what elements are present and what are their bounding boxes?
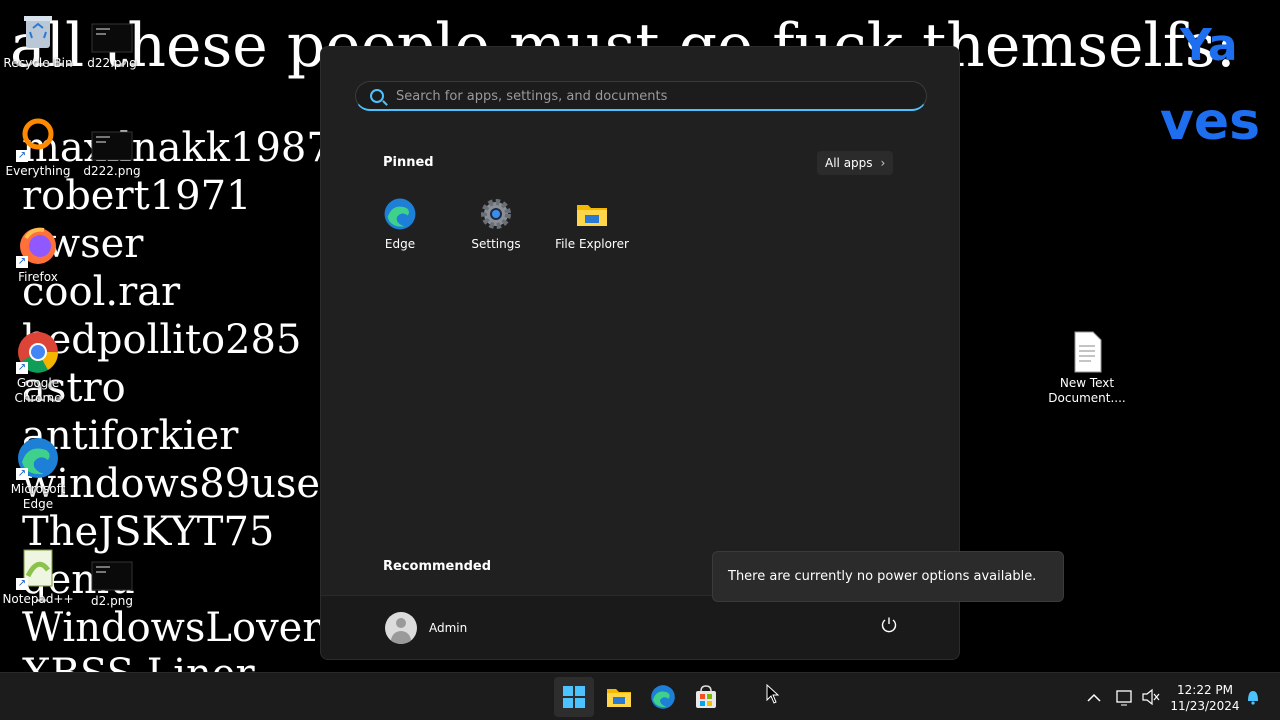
desktop-icon-label: Everything (5, 164, 71, 178)
shortcut-arrow-icon: ↗ (16, 578, 28, 590)
pinned-app-file-explorer[interactable]: File Explorer (544, 197, 640, 251)
volume-status-button[interactable] (1140, 673, 1162, 720)
desktop-icon-d22[interactable]: d22.png (74, 22, 150, 71)
edge-icon (651, 685, 675, 709)
image-file-icon (90, 130, 134, 162)
recycle-bin-icon (16, 10, 60, 54)
show-hidden-icons-button[interactable] (1084, 673, 1104, 720)
user-bar: Admin (321, 595, 959, 659)
chrome-icon: ↗ (16, 330, 60, 374)
shortcut-arrow-icon: ↗ (16, 468, 28, 480)
notepadpp-icon: ↗ (16, 546, 60, 590)
power-button[interactable] (877, 616, 901, 640)
power-options-tooltip: There are currently no power options ava… (712, 551, 1064, 602)
desktop-icon-notepadpp[interactable]: ↗ Notepad++ (0, 546, 76, 607)
desktop-icon-label: New Text Document.... (1048, 376, 1126, 405)
clock-time: 12:22 PM (1177, 683, 1233, 697)
pinned-app-label: File Explorer (555, 237, 629, 251)
pinned-app-settings[interactable]: Settings (448, 197, 544, 251)
pinned-app-label: Settings (471, 237, 521, 251)
store-icon (696, 685, 716, 708)
desktop-icon-new-text-document[interactable]: New Text Document.... (1046, 330, 1128, 406)
image-file-icon (90, 560, 134, 592)
taskbar-edge[interactable] (643, 677, 683, 717)
desktop-icon-chrome[interactable]: ↗ Google Chrome (0, 330, 76, 406)
search-input[interactable] (396, 86, 916, 106)
pinned-app-label: Edge (384, 237, 416, 251)
shortcut-arrow-icon: ↗ (16, 256, 28, 268)
power-icon (881, 617, 897, 633)
pinned-title: Pinned (383, 155, 434, 170)
desktop-icon-firefox[interactable]: ↗ Firefox (0, 224, 76, 285)
folder-icon (575, 197, 609, 231)
taskbar: 12:22 PM 11/23/2024 (0, 672, 1280, 720)
desktop-icon-everything[interactable]: ↗ Everything (0, 118, 76, 179)
desktop-icon-label: Notepad++ (2, 592, 74, 606)
desktop-icon-label: d222.png (83, 164, 141, 178)
all-apps-button[interactable]: All apps › (817, 151, 894, 175)
search-box[interactable] (355, 81, 927, 111)
pinned-app-edge[interactable]: Edge (352, 197, 448, 251)
clock[interactable]: 12:22 PM 11/23/2024 (1168, 682, 1242, 714)
scribble-text: Ya (1180, 20, 1238, 71)
volume-muted-icon (1142, 688, 1160, 706)
mouse-cursor-icon (766, 684, 780, 704)
desktop-icon-label: Recycle Bin (3, 56, 73, 70)
user-name[interactable]: Admin (429, 621, 467, 635)
wallpaper-name: WindowsLover (22, 605, 322, 651)
scribble-text: ves (1160, 92, 1261, 152)
chevron-right-icon: › (880, 156, 886, 170)
notifications-button[interactable] (1244, 673, 1262, 720)
desktop-icon-label: d2.png (91, 594, 133, 608)
bell-icon (1246, 691, 1260, 705)
firefox-icon: ↗ (16, 224, 60, 268)
desktop-icon-label: d22.png (87, 56, 137, 70)
everything-icon: ↗ (16, 118, 60, 162)
desktop-icon-label: Google Chrome (14, 376, 62, 405)
desktop-icon-label: Microsoft Edge (10, 482, 66, 511)
taskbar-store[interactable] (686, 677, 726, 717)
desktop-icon-d222[interactable]: d222.png (74, 130, 150, 179)
taskbar-file-explorer[interactable] (599, 677, 639, 717)
edge-icon: ↗ (16, 436, 60, 480)
recommended-title: Recommended (383, 559, 492, 574)
image-file-icon (90, 22, 134, 54)
start-button[interactable] (554, 677, 594, 717)
wallpaper-name: robert1971 (22, 173, 252, 219)
shortcut-arrow-icon: ↗ (16, 150, 28, 162)
settings-gear-icon (479, 197, 513, 231)
avatar[interactable] (385, 612, 417, 644)
all-apps-label: All apps (825, 156, 873, 170)
start-icon (563, 686, 585, 708)
network-status-button[interactable] (1114, 673, 1136, 720)
desktop-icon-label: Firefox (18, 270, 58, 284)
desktop-icon-edge[interactable]: ↗ Microsoft Edge (0, 436, 76, 512)
file-explorer-icon (607, 689, 631, 707)
network-icon (1116, 690, 1132, 706)
wallpaper-name: XBSS Liner (22, 654, 255, 672)
search-icon (370, 89, 384, 103)
text-file-icon (1065, 330, 1109, 374)
clock-date: 11/23/2024 (1170, 699, 1240, 713)
desktop-icon-recycle-bin[interactable]: Recycle Bin (0, 10, 76, 71)
edge-icon (383, 197, 417, 231)
chevron-up-icon (1087, 693, 1101, 702)
shortcut-arrow-icon: ↗ (16, 362, 28, 374)
desktop-icon-d2[interactable]: d2.png (74, 560, 150, 609)
